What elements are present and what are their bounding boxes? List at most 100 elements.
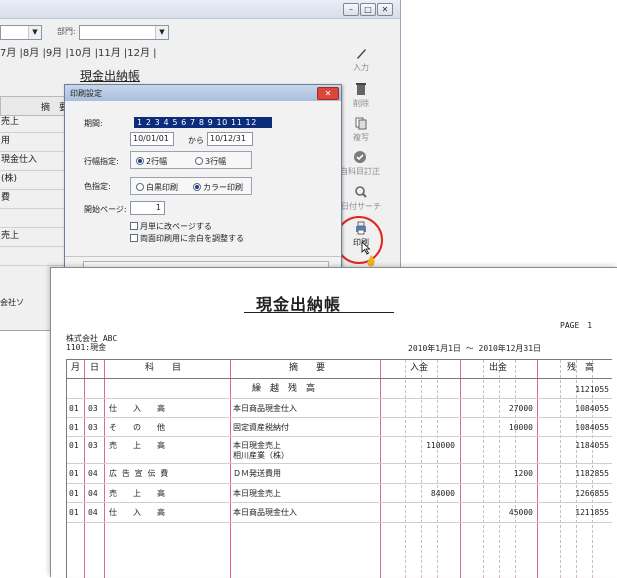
color-print-option[interactable]: カラー印刷 — [193, 182, 243, 193]
date-separator: から — [188, 136, 204, 145]
date-from-input[interactable]: 10/01/01 — [130, 132, 174, 146]
table-cell-month: 01 — [69, 489, 79, 498]
trash-icon — [356, 83, 366, 95]
ledger-row[interactable]: 会社ソ — [0, 297, 24, 308]
duplex-margin-checkbox[interactable]: 両面印刷用に余白を調整する — [130, 233, 244, 244]
radio-icon — [136, 183, 144, 191]
table-cell-memo-2: 相川産業（株） — [233, 451, 289, 460]
color-group: 白黒印刷 カラー印刷 — [130, 177, 252, 195]
table-cell-item: 仕 入 高 — [109, 508, 165, 517]
dialog-title-bar[interactable]: 印刷設定 ✕ — [65, 85, 341, 101]
copy-tool-button[interactable]: 複写 — [340, 116, 382, 143]
period-months: 1 2 3 4 5 6 7 8 9 10 11 12 — [137, 118, 257, 127]
date-search-tool-label: 日付サーチ — [341, 202, 381, 211]
ledger-row[interactable]: 現金仕入 — [0, 152, 71, 171]
ledger-row[interactable]: (株) — [0, 171, 71, 190]
table-cell-day: 04 — [88, 508, 98, 517]
header-out: 出金 — [489, 363, 508, 373]
table-cell-month: 01 — [69, 404, 79, 413]
delete-tool-button[interactable]: 削除 — [340, 82, 382, 109]
table-cell-day: 03 — [88, 404, 98, 413]
table-cell-balance: 1184055 — [575, 441, 609, 450]
dialog-close-button[interactable]: ✕ — [317, 87, 339, 100]
date-to-input[interactable]: 10/12/31 — [207, 132, 253, 146]
divider — [65, 256, 341, 257]
pen-icon — [357, 49, 366, 59]
ledger-row[interactable] — [0, 209, 71, 228]
table-cell-month: 01 — [69, 508, 79, 517]
date-search-tool-button[interactable]: 日付サーチ — [340, 185, 382, 212]
ledger-row[interactable]: 売上 — [0, 228, 71, 247]
report-period: 2010年1月1日 ～ 2010年12月31日 — [408, 344, 542, 353]
radio-icon — [195, 157, 203, 165]
header-in: 入金 — [410, 363, 429, 373]
table-cell-balance: 1084055 — [575, 404, 609, 413]
period-label: 期間: — [84, 119, 103, 128]
header-month: 月 — [71, 363, 81, 373]
table-cell-memo: 本日商品現金仕入 — [233, 404, 297, 413]
table-cell-balance: 1211855 — [575, 508, 609, 517]
table-cell-out: 1200 — [513, 469, 533, 478]
input-tool-button[interactable]: 入力 — [340, 46, 382, 73]
mono-print-option[interactable]: 白黒印刷 — [136, 182, 178, 193]
row-width-label: 行幅指定: — [84, 157, 119, 166]
ledger-row[interactable]: 費 — [0, 190, 71, 209]
correction-tool-label: 自科目訂正 — [340, 167, 380, 176]
table-cell-balance: 1266855 — [575, 489, 609, 498]
start-page-input[interactable]: 1 — [130, 201, 165, 215]
checkbox-icon — [130, 222, 138, 230]
table-cell-month: 01 — [69, 423, 79, 432]
row-width-group: 2行幅 3行幅 — [130, 151, 252, 169]
table-cell-day: 04 — [88, 469, 98, 478]
table-cell-balance: 1182855 — [575, 469, 609, 478]
page-number: PAGE 1 — [560, 321, 593, 330]
row-width-option-3[interactable]: 3行幅 — [195, 156, 226, 167]
account-select[interactable]: ▼ — [0, 25, 42, 40]
table-cell-in: 110000 — [426, 441, 455, 450]
account-code: 1101:現金 — [66, 343, 107, 352]
page-title: 現金出納帳 — [80, 69, 141, 83]
chevron-down-icon: ▼ — [28, 26, 41, 39]
ledger-header: 摘 要 — [0, 96, 72, 116]
start-page-label: 開始ページ: — [84, 205, 127, 214]
page-break-checkbox[interactable]: 月単に改ページする — [130, 221, 212, 232]
ledger-row[interactable]: 売上 — [0, 114, 71, 133]
table-cell-memo: ＤＭ発送費用 — [233, 469, 281, 478]
table-cell-out: 10000 — [508, 423, 533, 432]
maximize-button[interactable]: □ — [360, 3, 376, 16]
header-day: 日 — [90, 363, 100, 373]
table-cell-day: 03 — [88, 441, 98, 450]
period-month-selector[interactable]: 1 2 3 4 5 6 7 8 9 10 11 12 — [134, 117, 272, 128]
table-cell-month: 01 — [69, 469, 79, 478]
table-cell-memo: 本日現金売上 — [233, 489, 281, 498]
cursor-icon — [361, 241, 371, 255]
header-memo: 摘 要 — [289, 363, 326, 373]
magnifier-icon — [355, 186, 367, 198]
table-cell-item: 売 上 高 — [109, 489, 165, 498]
table-cell-balance: 1084055 — [575, 423, 609, 432]
table-cell-out: 45000 — [508, 508, 533, 517]
table-cell-out: 27000 — [508, 404, 533, 413]
ledger-row[interactable] — [0, 247, 71, 266]
dept-label: 部門: — [57, 27, 76, 36]
checkbox-icon — [130, 234, 138, 242]
fire-icon — [367, 255, 375, 267]
title-underline — [244, 312, 394, 313]
table-cell-balance: 1121055 — [575, 385, 609, 394]
print-preview-page: 現金出納帳 PAGE 1 株式会社 ABC 1101:現金 2010年1月1日 … — [50, 267, 617, 578]
minimize-button[interactable]: – — [343, 3, 359, 16]
copy-icon — [355, 117, 367, 130]
ledger-row[interactable]: 用 — [0, 133, 71, 152]
table-cell-day: 03 — [88, 423, 98, 432]
row-width-option-2[interactable]: 2行幅 — [136, 156, 167, 167]
check-circle-icon — [354, 151, 366, 163]
month-tabs[interactable]: 7月 |8月 |9月 |10月 |11月 |12月 | — [0, 44, 157, 59]
title-bar: – □ ✕ — [0, 0, 400, 19]
close-window-button[interactable]: ✕ — [377, 3, 393, 16]
table-cell-memo: 本日商品現金仕入 — [233, 508, 297, 517]
table-cell-in: 84000 — [430, 489, 455, 498]
chevron-down-icon: ▼ — [155, 26, 168, 39]
dept-select[interactable]: ▼ — [79, 25, 169, 40]
dialog-title: 印刷設定 — [70, 89, 102, 98]
table-cell-memo: 本日現金売上 — [233, 441, 281, 450]
